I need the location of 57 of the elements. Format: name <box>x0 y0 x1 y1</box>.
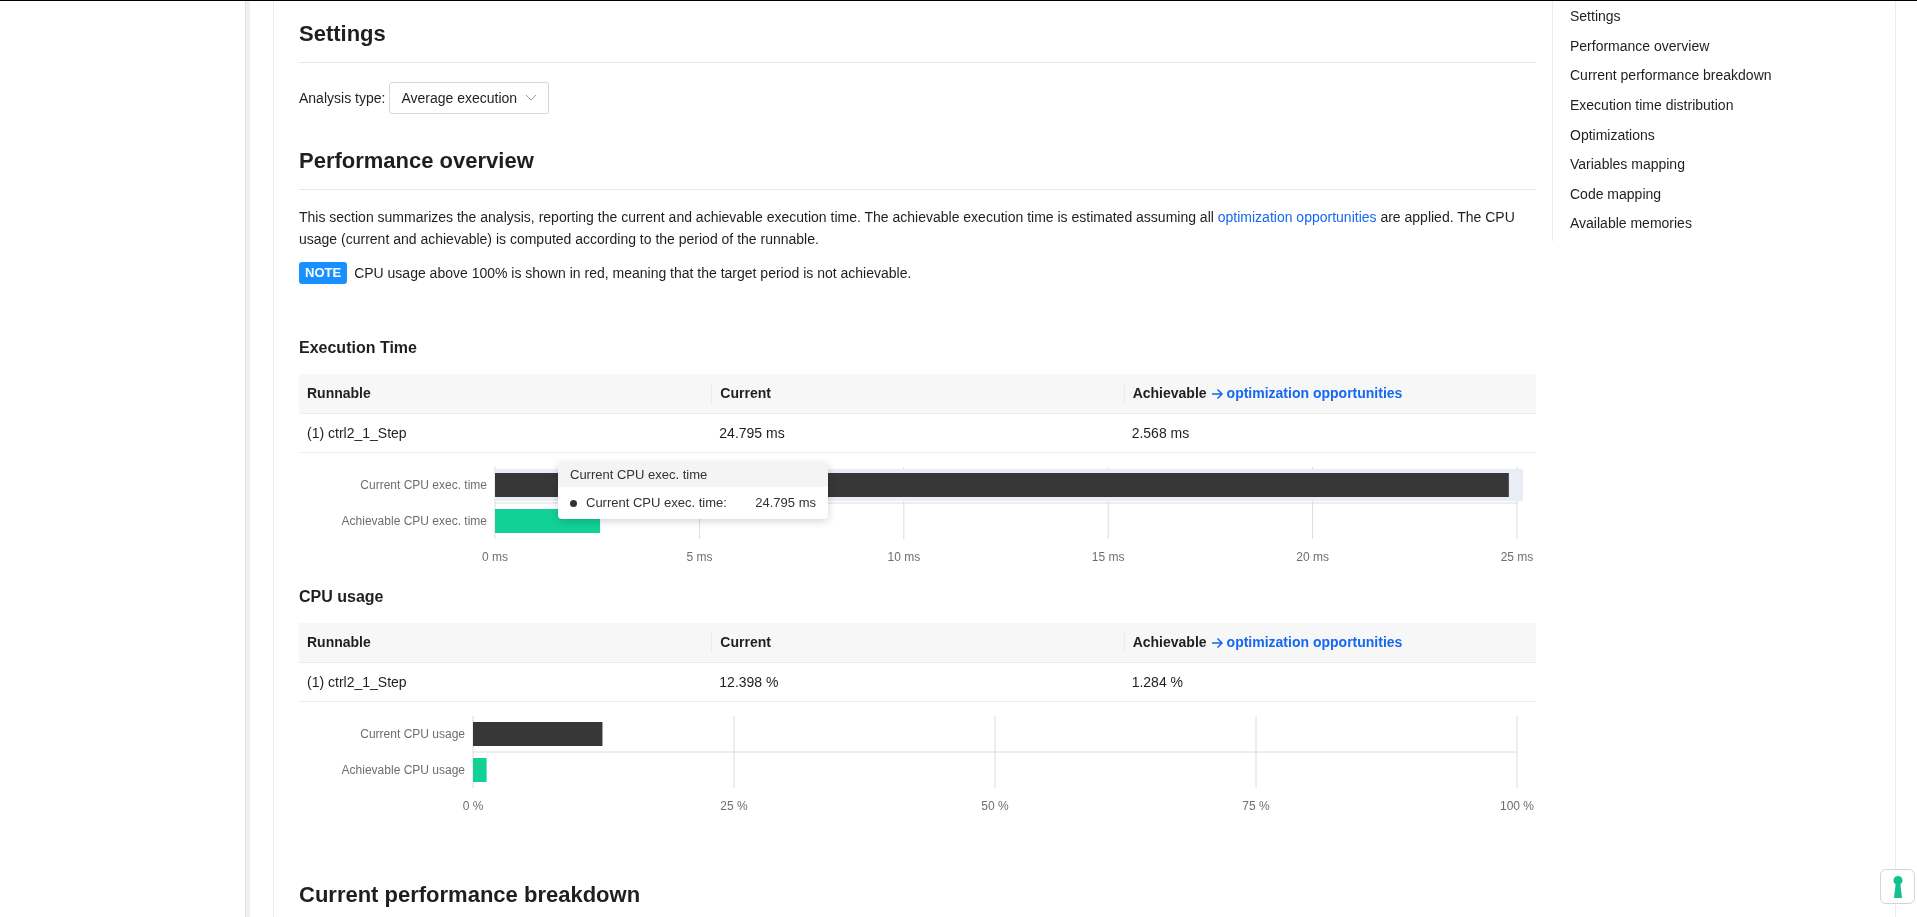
section-heading: Current performance breakdown <box>299 881 642 909</box>
tooltip-value: 24.795 ms <box>755 494 816 513</box>
column-header: Current <box>720 384 771 403</box>
arrow-right-icon <box>1210 387 1224 400</box>
axis-label: Achievable CPU usage <box>341 763 465 777</box>
table-cell-text: 24.795 ms <box>718 423 786 443</box>
toc-link[interactable]: Performance overview <box>1570 33 1895 64</box>
column-header: Runnable <box>307 633 371 652</box>
optimization-link[interactable]: optimization opportunities <box>1210 383 1403 404</box>
analysis-type-dropdown[interactable]: Average execution <box>389 82 550 114</box>
chevron-down-icon <box>525 94 538 102</box>
note-badge: NOTE <box>299 262 348 284</box>
tick-label: 5 ms <box>686 550 713 563</box>
keyhole-icon <box>1892 875 1903 898</box>
table-cell-text: (1) ctrl2_1_Step <box>306 423 408 443</box>
table-cell-text: 2.568 ms <box>1130 423 1191 443</box>
arrow-right-icon <box>1210 636 1224 649</box>
bar <box>473 758 487 782</box>
column-header: Runnable <box>307 384 371 403</box>
tooltip-title: Current CPU exec. time <box>558 463 828 487</box>
chart-section-heading: Execution Time <box>299 338 418 358</box>
table-cell-text: 1.284 % <box>1130 672 1185 692</box>
description-paragraph: This section summarizes the analysis, reporting the current and achievable execution time. The achievable execution time is estimated assuming all optimization opportunities are applied. The CPU usage (current and achievable) is computed according to the period of the runnable. <box>299 208 1516 249</box>
axis-label: Current CPU exec. time <box>360 478 487 492</box>
optimization-link[interactable]: optimization opportunities <box>1217 209 1377 225</box>
toc-link[interactable]: Available memories <box>1570 211 1895 241</box>
tick-label: 100 % <box>1500 799 1534 812</box>
note-text: CPU usage above 100% is shown in red, meaning that the target period is not achievable. <box>354 263 912 283</box>
column-header: Current <box>720 633 771 652</box>
tooltip-label: Current CPU exec. time: <box>586 494 727 513</box>
field-label: Analysis type: <box>299 88 386 108</box>
tick-label: 0 % <box>462 799 484 812</box>
optimization-link[interactable]: optimization opportunities <box>1210 632 1403 653</box>
chart-section-heading: CPU usage <box>299 587 385 607</box>
toc-link[interactable]: Current performance breakdown <box>1570 63 1895 93</box>
section-heading: Settings <box>299 1 1536 63</box>
toc-link[interactable]: Variables mapping <box>1570 152 1895 182</box>
tick-label: 50 % <box>981 799 1009 812</box>
column-header: Achievable <box>1132 633 1207 652</box>
toc-link[interactable]: Code mapping <box>1570 181 1895 212</box>
table-cell-text: 12.398 % <box>718 672 780 692</box>
toc-link[interactable]: Settings <box>1570 4 1895 34</box>
tick-label: 0 ms <box>482 550 508 563</box>
axis-label: Achievable CPU exec. time <box>341 514 487 528</box>
toc-link[interactable]: Execution time distribution <box>1570 92 1895 123</box>
table-cell-text: (1) ctrl2_1_Step <box>306 672 408 692</box>
tick-label: 10 ms <box>887 550 921 563</box>
axis-label: Current CPU usage <box>360 727 465 741</box>
section-heading: Performance overview <box>299 144 1536 190</box>
tick-label: 25 ms <box>1500 550 1534 563</box>
tick-label: 20 ms <box>1296 550 1329 563</box>
tick-label: 25 % <box>720 799 748 812</box>
tick-label: 15 ms <box>1091 550 1125 563</box>
column-header: Achievable <box>1132 384 1207 403</box>
tick-label: 75 % <box>1242 799 1270 812</box>
toc-link[interactable]: Optimizations <box>1570 122 1895 153</box>
keyhole-button[interactable] <box>1880 869 1915 904</box>
